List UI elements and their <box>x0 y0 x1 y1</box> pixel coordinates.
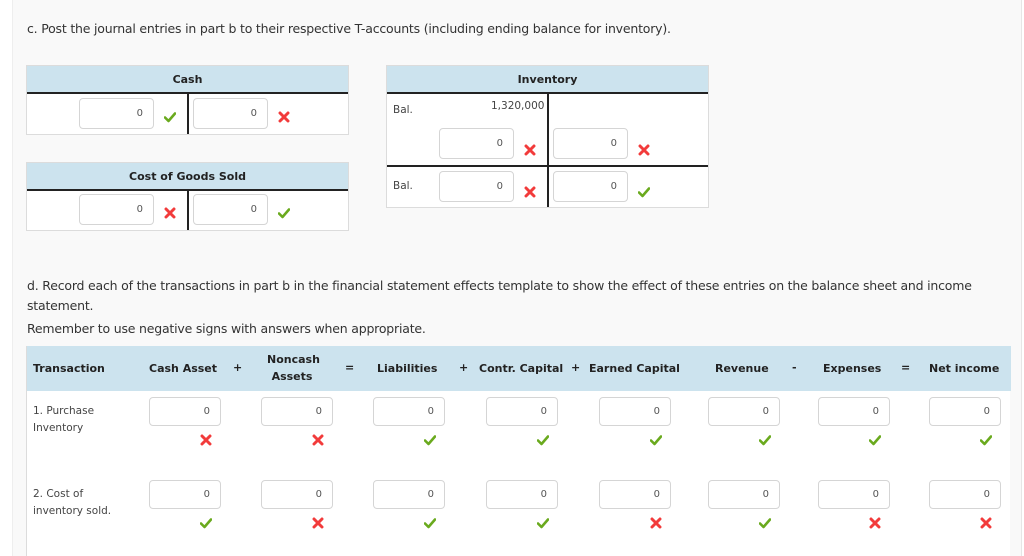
col-transaction: Transaction <box>33 362 105 375</box>
part-d-instruction: d. Record each of the transactions in pa… <box>27 278 972 313</box>
col-noncash-assets-line2: Assets <box>271 370 313 383</box>
noncash-assets-input[interactable]: 0 <box>261 480 333 509</box>
inventory-ending-debit-input[interactable]: 0 <box>439 171 514 202</box>
cash-asset-input[interactable]: 0 <box>149 480 221 509</box>
operator-plus: + <box>571 361 581 374</box>
x-icon <box>524 141 536 156</box>
col-expenses: Expenses <box>823 362 882 375</box>
x-icon <box>312 514 324 529</box>
check-icon <box>423 514 437 529</box>
col-noncash-assets: Noncash Assets <box>267 351 320 385</box>
transaction-label-line: inventory sold. <box>33 505 112 517</box>
expenses-input[interactable]: 0 <box>818 480 890 509</box>
check-icon <box>868 431 882 446</box>
x-icon <box>638 141 650 156</box>
earned-capital-input[interactable]: 0 <box>599 480 671 509</box>
cash-asset-input[interactable]: 0 <box>149 397 221 426</box>
t-account-title: Inventory <box>387 66 708 94</box>
inventory-ending-credit-input[interactable]: 0 <box>553 171 628 202</box>
financial-statement-effects-template: Transaction Cash Asset + Noncash Assets … <box>26 346 1011 556</box>
contr-capital-input[interactable]: 0 <box>486 397 558 426</box>
check-icon <box>536 431 550 446</box>
col-contr-capital: Contr. Capital <box>479 362 564 375</box>
x-icon <box>650 514 662 529</box>
col-liabilities: Liabilities <box>377 362 438 375</box>
fse-header-row: Transaction Cash Asset + Noncash Assets … <box>27 346 1011 391</box>
check-icon <box>979 431 993 446</box>
col-revenue: Revenue <box>715 362 769 375</box>
revenue-input[interactable]: 0 <box>708 480 780 509</box>
transaction-label: 2. Cost of inventory sold. <box>33 486 111 520</box>
t-account-divider <box>187 94 189 134</box>
check-icon <box>536 514 550 529</box>
t-account-divider <box>187 191 189 230</box>
col-noncash-assets-line1: Noncash <box>267 353 320 366</box>
contr-capital-input[interactable]: 0 <box>486 480 558 509</box>
operator-equals: = <box>345 361 355 374</box>
liabilities-input[interactable]: 0 <box>373 480 445 509</box>
beginning-balance-label: Bal. <box>393 104 413 116</box>
part-d-reminder: Remember to use negative signs with answ… <box>27 321 426 336</box>
noncash-assets-input[interactable]: 0 <box>261 397 333 426</box>
cogs-debit-input[interactable]: 0 <box>79 194 154 225</box>
operator-minus: - <box>792 361 797 374</box>
x-icon <box>869 514 881 529</box>
check-icon <box>649 431 663 446</box>
check-icon <box>277 204 291 219</box>
transaction-label-line: 2. Cost of <box>33 488 84 500</box>
operator-equals: = <box>901 361 911 374</box>
t-account-divider <box>547 94 549 207</box>
t-account-inventory: Inventory Bal. 1,320,000 0 0 Bal. 0 0 <box>386 65 709 208</box>
liabilities-input[interactable]: 0 <box>373 397 445 426</box>
ending-balance-line <box>387 165 708 167</box>
earned-capital-input[interactable]: 0 <box>599 397 671 426</box>
t-account-cash: Cash 0 0 <box>26 65 349 135</box>
check-icon <box>199 514 213 529</box>
check-icon <box>423 431 437 446</box>
cogs-credit-input[interactable]: 0 <box>193 194 268 225</box>
t-account-title: Cash <box>27 66 348 94</box>
beginning-balance-value: 1,320,000 <box>491 100 545 112</box>
operator-plus: + <box>233 361 243 374</box>
net-income-input[interactable]: 0 <box>929 397 1001 426</box>
col-earned-capital: Earned Capital <box>589 362 680 375</box>
net-income-input[interactable]: 0 <box>929 480 1001 509</box>
ending-balance-label: Bal. <box>393 180 413 192</box>
part-c-instruction: c. Post the journal entries in part b to… <box>27 21 671 36</box>
transaction-label: 1. Purchase Inventory <box>33 403 94 437</box>
inventory-debit-input[interactable]: 0 <box>439 128 514 159</box>
cash-debit-input[interactable]: 0 <box>79 98 154 129</box>
revenue-input[interactable]: 0 <box>708 397 780 426</box>
check-icon <box>637 183 651 198</box>
expenses-input[interactable]: 0 <box>818 397 890 426</box>
transaction-label-line: 1. Purchase <box>33 405 95 417</box>
operator-plus: + <box>459 361 469 374</box>
col-cash-asset: Cash Asset <box>149 362 218 375</box>
cash-credit-input[interactable]: 0 <box>193 98 268 129</box>
check-icon <box>758 431 772 446</box>
inventory-credit-input[interactable]: 0 <box>553 128 628 159</box>
col-net-income: Net income <box>929 362 1000 375</box>
transaction-label-line: Inventory <box>33 422 84 434</box>
x-icon <box>524 183 536 198</box>
t-account-title: Cost of Goods Sold <box>27 163 348 191</box>
x-icon <box>164 204 176 219</box>
x-icon <box>312 431 324 446</box>
check-icon <box>163 108 177 123</box>
x-icon <box>980 514 992 529</box>
check-icon <box>758 514 772 529</box>
t-account-cogs: Cost of Goods Sold 0 0 <box>26 162 349 231</box>
x-icon <box>278 108 290 123</box>
x-icon <box>200 431 212 446</box>
